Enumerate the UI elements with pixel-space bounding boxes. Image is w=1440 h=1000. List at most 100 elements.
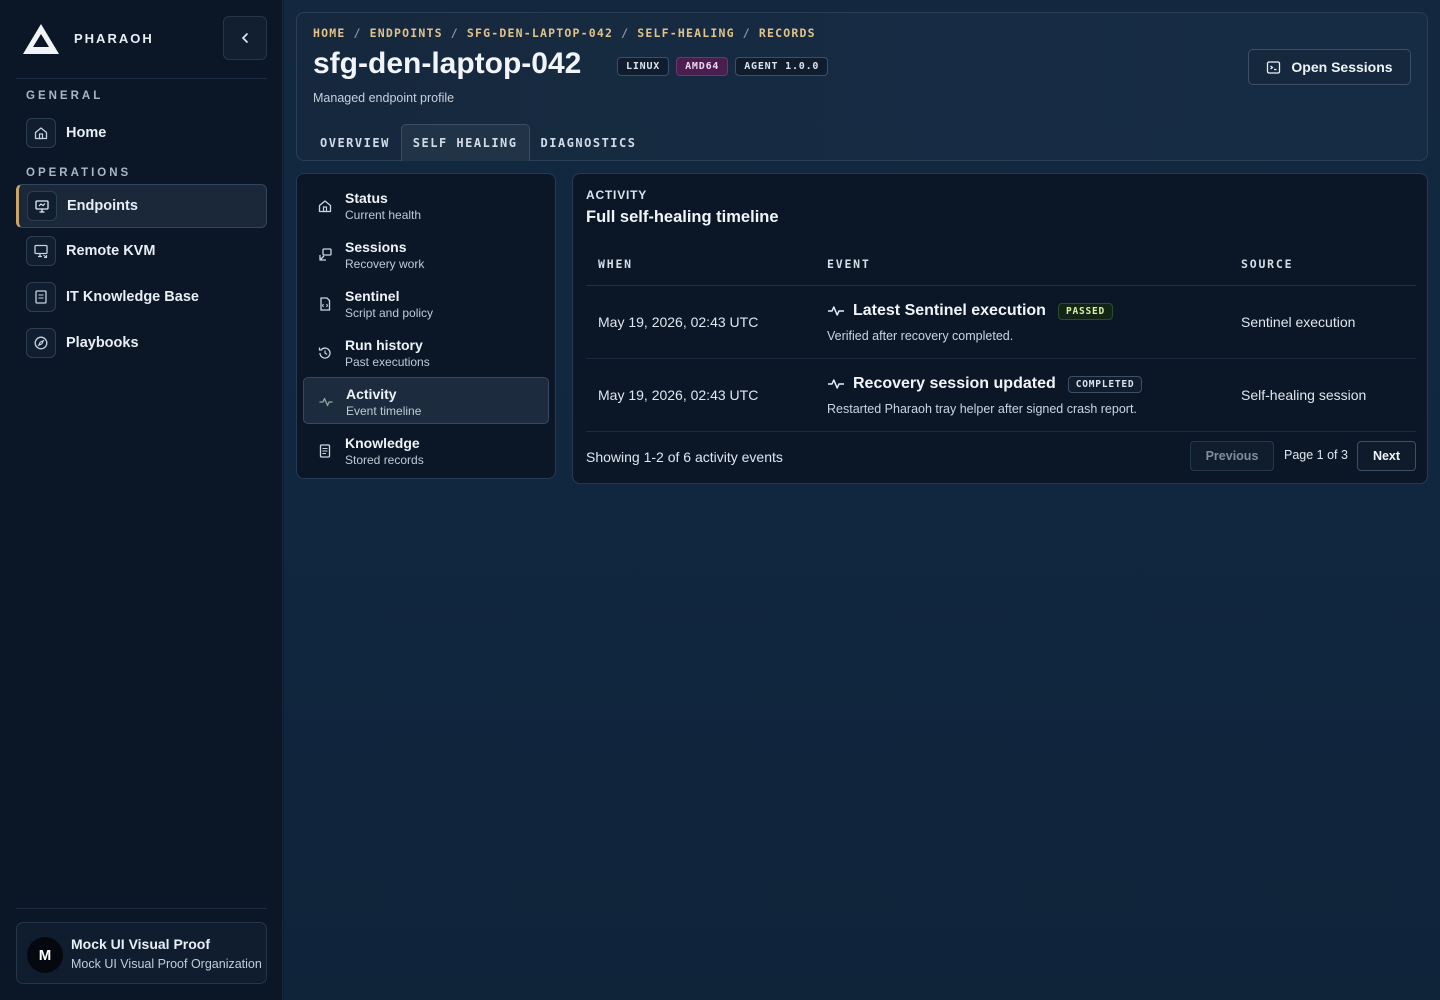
status-badge: COMPLETED <box>1067 375 1143 393</box>
sessions-icon <box>319 248 332 261</box>
table-row[interactable]: May 19, 2026, 02:43 UTC Recovery session… <box>586 359 1416 432</box>
agent-version-badge: AGENT 1.0.0 <box>735 57 829 76</box>
sidebar-item-remote-kvm[interactable]: Remote KVM <box>16 229 267 273</box>
event-title: Latest Sentinel execution <box>853 302 1046 319</box>
home-icon <box>318 200 332 213</box>
event-description: Restarted Pharaoh tray helper after sign… <box>827 402 1137 416</box>
breadcrumb: HOME / ENDPOINTS / SFG-DEN-LAPTOP-042 / … <box>313 26 816 40</box>
breadcrumb-separator: / <box>353 26 362 40</box>
sidebar-item-label: Home <box>66 125 107 141</box>
breadcrumb-endpoints[interactable]: ENDPOINTS <box>370 26 443 40</box>
sidebar: PHARAOH GENERAL Home OPERATIONS Endpoint… <box>0 0 283 1000</box>
os-badge: LINUX <box>617 57 670 76</box>
panel-kicker: ACTIVITY <box>586 188 648 202</box>
tab-diagnostics[interactable]: DIAGNOSTICS <box>530 124 648 161</box>
pagination-summary: Showing 1-2 of 6 activity events <box>586 449 783 465</box>
subnav-item-desc: Script and policy <box>345 306 434 320</box>
endpoint-tabs: OVERVIEW SELF HEALING DIAGNOSTICS <box>309 124 647 161</box>
page-title: sfg-den-laptop-042 <box>313 47 582 80</box>
divider <box>16 908 267 909</box>
subnav-item-sentinel[interactable]: Sentinel Script and policy <box>303 280 549 327</box>
endpoint-badges: LINUX AMD64 AGENT 1.0.0 <box>617 57 829 76</box>
event-source: Sentinel execution <box>1241 314 1356 330</box>
subnav-item-knowledge[interactable]: Knowledge Stored records <box>303 427 549 474</box>
document-icon <box>319 444 331 458</box>
subnav-item-status[interactable]: Status Current health <box>303 182 549 229</box>
breadcrumb-separator: / <box>450 26 459 40</box>
subnav-item-run-history[interactable]: Run history Past executions <box>303 329 549 376</box>
org-subtitle: Mock UI Visual Proof Organization <box>71 957 262 971</box>
pyramid-logo-icon <box>23 24 59 54</box>
brand-name: PHARAOH <box>74 31 154 46</box>
monitor-icon <box>27 191 57 221</box>
chevron-left-icon <box>241 33 248 43</box>
breadcrumb-separator: / <box>621 26 630 40</box>
table-header-row: WHEN EVENT SOURCE <box>586 243 1416 286</box>
tab-overview[interactable]: OVERVIEW <box>309 124 401 161</box>
subnav-item-activity[interactable]: Activity Event timeline <box>303 377 549 424</box>
event-description: Verified after recovery completed. <box>827 329 1014 343</box>
sidebar-item-playbooks[interactable]: Playbooks <box>16 321 267 365</box>
column-header-source: SOURCE <box>1241 257 1294 271</box>
subnav-item-desc: Recovery work <box>345 257 425 271</box>
avatar: M <box>27 937 63 973</box>
sidebar-item-label: Playbooks <box>66 335 139 351</box>
breadcrumb-self-healing[interactable]: SELF-HEALING <box>637 26 734 40</box>
subnav-item-desc: Current health <box>345 208 422 222</box>
event-source: Self-healing session <box>1241 387 1367 403</box>
open-sessions-label: Open Sessions <box>1291 59 1393 75</box>
section-label-operations: OPERATIONS <box>26 167 132 179</box>
activity-table: WHEN EVENT SOURCE May 19, 2026, 02:43 UT… <box>586 243 1416 432</box>
organization-switcher[interactable]: M Mock UI Visual Proof Mock UI Visual Pr… <box>16 922 267 984</box>
event-time: May 19, 2026, 02:43 UTC <box>598 387 759 403</box>
collapse-sidebar-button[interactable] <box>223 16 267 60</box>
subnav-item-sessions[interactable]: Sessions Recovery work <box>303 231 549 278</box>
event-heading: Recovery session updated COMPLETED <box>827 375 1143 393</box>
column-header-when: WHEN <box>598 257 633 271</box>
org-name: Mock UI Visual Proof <box>71 936 210 952</box>
compass-icon <box>26 328 56 358</box>
sidebar-item-endpoints[interactable]: Endpoints <box>16 184 267 228</box>
page-indicator: Page 1 of 3 <box>1284 448 1348 462</box>
endpoint-header: HOME / ENDPOINTS / SFG-DEN-LAPTOP-042 / … <box>296 12 1428 161</box>
page-subtitle: Managed endpoint profile <box>313 91 455 105</box>
home-icon <box>26 118 56 148</box>
subnav-item-title: Run history <box>345 337 423 353</box>
sidebar-item-label: Remote KVM <box>66 243 156 259</box>
open-sessions-button[interactable]: Open Sessions <box>1248 49 1411 85</box>
divider <box>16 78 267 79</box>
subnav-item-title: Sessions <box>345 239 407 255</box>
tab-self-healing[interactable]: SELF HEALING <box>400 124 530 161</box>
book-icon <box>26 282 56 312</box>
history-icon <box>318 347 331 359</box>
self-healing-subnav: Status Current health Sessions Recovery … <box>296 173 556 479</box>
column-header-event: EVENT <box>827 257 871 271</box>
breadcrumb-home[interactable]: HOME <box>313 26 346 40</box>
breadcrumb-endpoint[interactable]: SFG-DEN-LAPTOP-042 <box>467 26 613 40</box>
activity-icon <box>319 397 333 407</box>
event-time: May 19, 2026, 02:43 UTC <box>598 314 759 330</box>
script-file-icon <box>320 297 331 311</box>
breadcrumb-records: RECORDS <box>758 26 816 40</box>
sidebar-item-it-knowledge-base[interactable]: IT Knowledge Base <box>16 275 267 319</box>
activity-panel: ACTIVITY Full self-healing timeline WHEN… <box>572 173 1428 484</box>
terminal-icon <box>1267 60 1281 74</box>
subnav-item-desc: Past executions <box>345 355 430 369</box>
event-title: Recovery session updated <box>853 375 1056 392</box>
subnav-item-title: Knowledge <box>345 435 420 451</box>
previous-page-button[interactable]: Previous <box>1190 441 1274 471</box>
subnav-item-title: Sentinel <box>345 288 400 304</box>
table-row[interactable]: May 19, 2026, 02:43 UTC Latest Sentinel … <box>586 286 1416 359</box>
remote-screen-icon <box>26 236 56 266</box>
next-page-button[interactable]: Next <box>1357 441 1416 471</box>
event-heading: Latest Sentinel execution PASSED <box>827 302 1114 320</box>
sidebar-item-home[interactable]: Home <box>16 111 267 155</box>
subnav-item-desc: Stored records <box>345 453 424 467</box>
panel-title: Full self-healing timeline <box>586 208 779 226</box>
subnav-item-desc: Event timeline <box>346 404 422 418</box>
activity-icon <box>828 306 844 316</box>
sidebar-item-label: IT Knowledge Base <box>66 289 199 305</box>
status-badge: PASSED <box>1057 302 1114 320</box>
subnav-item-title: Status <box>345 190 388 206</box>
breadcrumb-separator: / <box>742 26 751 40</box>
